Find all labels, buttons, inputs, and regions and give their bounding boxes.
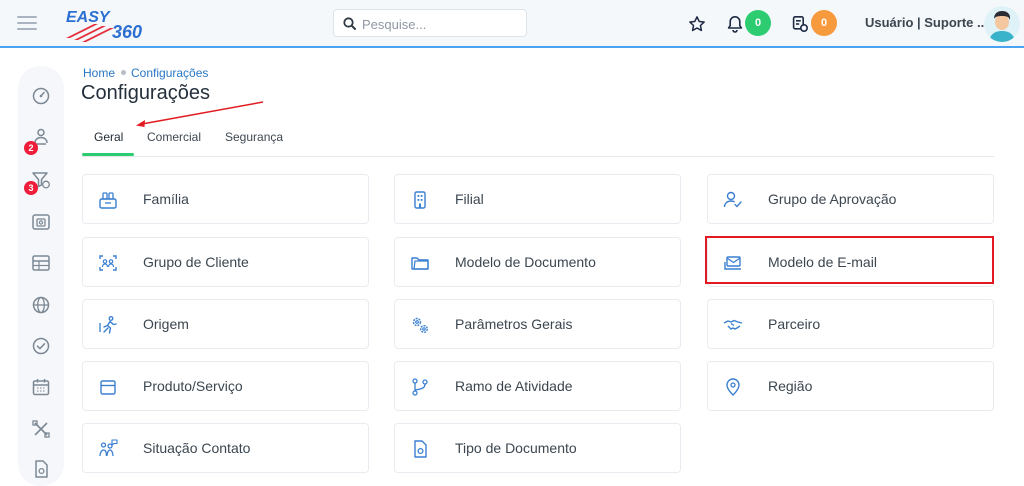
branch-icon	[412, 378, 428, 396]
card-label: Origem	[143, 316, 189, 332]
card-label: Grupo de Cliente	[143, 254, 249, 270]
card-modelo-documento[interactable]: Modelo de Documento	[394, 237, 681, 287]
family-box-icon	[99, 192, 117, 209]
breadcrumb: Home Configurações	[83, 66, 208, 80]
map-pin-icon	[726, 378, 740, 396]
svg-text:360: 360	[112, 22, 142, 42]
card-tipo-documento[interactable]: Tipo de Documento	[394, 423, 681, 473]
card-produto-servico[interactable]: Produto/Serviço	[82, 361, 369, 411]
card-label: Região	[768, 378, 813, 394]
breadcrumb-current[interactable]: Configurações	[131, 66, 208, 80]
card-label: Parâmetros Gerais	[455, 316, 573, 332]
tab-comercial[interactable]: Comercial	[147, 130, 201, 144]
breadcrumb-home[interactable]: Home	[83, 66, 115, 80]
globe-icon[interactable]	[31, 295, 51, 315]
card-label: Grupo de Aprovação	[768, 191, 897, 207]
table-icon[interactable]	[31, 253, 51, 273]
search-input[interactable]	[362, 15, 522, 33]
svg-text:EASY: EASY	[66, 9, 111, 26]
top-header: EASY 360 0 0 Usuário | Suporte ...	[0, 0, 1024, 48]
card-parametros-gerais[interactable]: Parâmetros Gerais	[394, 299, 681, 349]
sidebar-badge-users: 2	[24, 141, 38, 155]
active-tab-indicator	[82, 153, 134, 156]
user-avatar[interactable]	[984, 6, 1020, 42]
speedometer-icon[interactable]	[31, 86, 51, 106]
handshake-icon	[723, 319, 743, 330]
user-name[interactable]: Usuário | Suporte ...	[865, 15, 988, 30]
document-pin-icon	[414, 440, 427, 458]
check-circle-icon[interactable]	[31, 336, 51, 356]
settings-tabs: Geral Comercial Segurança	[82, 122, 994, 157]
folder-icon	[411, 257, 429, 270]
search-icon	[343, 17, 356, 30]
sidebar: 2 3	[18, 66, 64, 486]
card-label: Tipo de Documento	[455, 440, 577, 456]
card-grupo-cliente[interactable]: Grupo de Cliente	[82, 237, 369, 287]
card-label: Filial	[455, 191, 484, 207]
tab-seguranca[interactable]: Segurança	[225, 130, 283, 144]
group-scan-icon	[99, 255, 117, 271]
card-label: Família	[143, 191, 189, 207]
card-label: Ramo de Atividade	[455, 378, 573, 394]
notifications-badge[interactable]: 0	[745, 10, 771, 36]
card-label: Situação Contato	[143, 440, 251, 456]
card-ramo-atividade[interactable]: Ramo de Atividade	[394, 361, 681, 411]
easy360-logo[interactable]: EASY 360	[64, 8, 156, 44]
building-icon	[414, 191, 426, 209]
tab-geral[interactable]: Geral	[94, 130, 123, 144]
card-label: Produto/Serviço	[143, 378, 243, 394]
bell-icon[interactable]	[727, 15, 743, 33]
tasks-clock-icon[interactable]	[792, 15, 808, 33]
sidebar-badge-filter: 3	[24, 181, 38, 195]
tasks-badge[interactable]: 0	[811, 10, 837, 36]
annotation-highlight-box	[705, 236, 994, 284]
search-box[interactable]	[333, 9, 527, 37]
runner-icon	[99, 316, 117, 334]
card-origem[interactable]: Origem	[82, 299, 369, 349]
star-icon[interactable]	[688, 15, 706, 33]
tools-icon[interactable]	[31, 419, 51, 439]
card-label: Parceiro	[768, 316, 821, 332]
card-label: Modelo de Documento	[455, 254, 596, 270]
gears-icon	[412, 317, 428, 333]
card-situacao-contato[interactable]: Situação Contato	[82, 423, 369, 473]
card-regiao[interactable]: Região	[707, 361, 994, 411]
user-check-icon	[723, 191, 742, 208]
people-chat-icon	[99, 439, 118, 457]
document-icon[interactable]	[31, 459, 51, 479]
card-filial[interactable]: Filial	[394, 174, 681, 224]
card-familia[interactable]: Família	[82, 174, 369, 224]
camera-box-icon[interactable]	[31, 212, 51, 232]
box-icon	[100, 380, 116, 395]
breadcrumb-separator	[121, 70, 127, 75]
calendar-icon[interactable]	[31, 377, 51, 397]
card-parceiro[interactable]: Parceiro	[707, 299, 994, 349]
card-grupo-aprovacao[interactable]: Grupo de Aprovação	[707, 174, 994, 224]
menu-toggle-icon[interactable]	[17, 15, 37, 31]
